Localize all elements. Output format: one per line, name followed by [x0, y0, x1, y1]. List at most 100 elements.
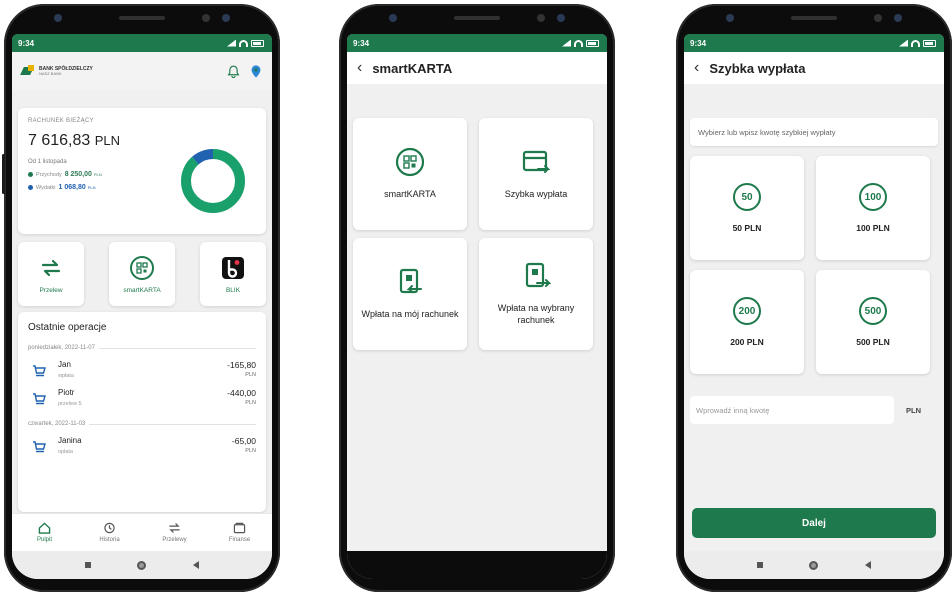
page-title: smartKARTA	[372, 60, 453, 76]
signal-icon	[899, 39, 908, 47]
nav-przelewy[interactable]: Przelewy	[142, 514, 207, 551]
cart-icon	[33, 441, 46, 453]
status-bar: 9:34	[12, 34, 272, 52]
recent-operations-title: Ostatnie operacje	[28, 322, 107, 333]
home-header: BANK SPÓŁDZIELCZY NASZ BANK	[12, 52, 272, 90]
next-button[interactable]: Dalej	[692, 508, 936, 538]
operation-name: Janina	[58, 436, 82, 445]
amount-label: 50 PLN	[732, 223, 762, 233]
nav-pulpit-label: Pulpit	[36, 537, 52, 543]
screen: 9:34 ‹ smartKARTA smartKARTA Szybka wypł…	[347, 34, 607, 579]
operation-currency: PLN	[245, 448, 256, 454]
recent-operations: Ostatnie operacje poniedziałek, 2022-11-…	[18, 312, 266, 512]
operation-type: wpłata	[58, 373, 74, 379]
signal-icon	[562, 39, 571, 47]
deposit-own-account-tile[interactable]: Wpłata na mój rachunek	[353, 238, 467, 350]
amount-100-tile[interactable]: 100 100 PLN	[816, 156, 930, 260]
operation-row[interactable]: Jan wpłata -165,80 PLN	[28, 360, 256, 379]
income-label: Przychody	[36, 171, 62, 178]
volume-button	[2, 154, 5, 194]
smartkarta-tile[interactable]: smartKARTA	[353, 118, 467, 230]
amount-500-tile[interactable]: 500 500 PLN	[816, 270, 930, 374]
coin-icon: 200	[733, 297, 761, 325]
app-bar: ‹ Szybka wypłata	[684, 52, 944, 84]
cart-icon	[33, 393, 46, 405]
phone-quick-withdrawal: 9:34 ‹ Szybka wypłata Wybierz lub wpisz …	[676, 4, 952, 592]
other-amount-input[interactable]	[690, 396, 894, 424]
battery-icon	[251, 39, 264, 47]
quick-withdrawal-tile[interactable]: Szybka wypłata	[479, 118, 593, 230]
amount-instructions: Wybierz lub wpisz kwotę szybkiej wypłaty	[690, 118, 938, 146]
nav-pulpit[interactable]: Pulpit	[12, 514, 77, 551]
recent-apps-icon[interactable]	[757, 562, 764, 568]
deposit-chosen-account-tile[interactable]: Wpłata na wybrany rachunek	[479, 238, 593, 350]
bell-icon[interactable]	[227, 65, 240, 78]
operation-name: Piotr	[58, 388, 75, 397]
quick-smartkarta-label: smartKARTA	[123, 286, 161, 294]
expense-currency: PLN	[87, 185, 96, 190]
phone-top-bezel	[44, 10, 240, 28]
speaker-grille	[791, 16, 837, 20]
cart-icon	[33, 365, 46, 377]
smartkarta-menu: smartKARTA Szybka wypłata Wpłata na mój …	[353, 118, 601, 350]
amount-200-tile[interactable]: 200 200 PLN	[690, 270, 804, 374]
location-pin-icon[interactable]	[250, 64, 262, 78]
balance-donut-chart	[181, 149, 245, 213]
quick-blik-button[interactable]: BLIK	[200, 242, 266, 306]
history-icon	[104, 522, 115, 534]
quick-blik-label: BLIK	[225, 286, 241, 294]
back-triangle-icon[interactable]	[864, 561, 871, 569]
income-currency: PLN	[93, 172, 102, 177]
operation-type: opłata	[58, 449, 73, 455]
wifi-icon	[574, 39, 583, 47]
operation-row[interactable]: Piotr przelew 5 -440,00 PLN	[28, 388, 256, 407]
income-dot-icon	[28, 172, 33, 177]
amount-50-tile[interactable]: 50 50 PLN	[690, 156, 804, 260]
quick-transfer-button[interactable]: Przelew	[18, 242, 84, 306]
status-time: 9:34	[690, 38, 707, 48]
app-bar: ‹ smartKARTA	[347, 52, 607, 84]
signal-icon	[227, 39, 236, 47]
amount-options: 50 50 PLN 100 100 PLN 200 200 PLN 500 50…	[690, 156, 938, 374]
nav-finanse-label: Finanse	[228, 537, 251, 543]
screen-bottom	[347, 551, 607, 579]
smartkarta-icon	[130, 255, 154, 280]
expense-label: Wydatki	[36, 184, 56, 191]
operation-amount: -65,00	[231, 436, 256, 446]
other-amount-currency: PLN	[906, 405, 921, 415]
transfers-icon	[169, 523, 180, 533]
operation-row[interactable]: Janina opłata -65,00 PLN	[28, 436, 256, 455]
back-triangle-icon[interactable]	[192, 561, 199, 569]
blik-icon	[222, 256, 244, 279]
account-name: RACHUNEK BIEŻĄCY	[28, 118, 94, 124]
home-button-icon[interactable]	[137, 560, 147, 570]
nav-finanse[interactable]: Finanse	[207, 514, 272, 551]
account-card[interactable]: RACHUNEK BIEŻĄCY 7 616,83 PLN Od 1 listo…	[18, 108, 266, 234]
coin-icon: 50	[733, 183, 761, 211]
back-chevron-icon[interactable]: ‹	[694, 60, 699, 76]
income-value: 8 250,00	[64, 171, 92, 178]
operations-date: poniedziałek, 2022-11-07	[28, 345, 256, 351]
page-title: Szybka wypłata	[709, 60, 806, 76]
quick-withdrawal-icon	[522, 151, 551, 174]
screen: 9:34 ‹ Szybka wypłata Wybierz lub wpisz …	[684, 34, 944, 579]
sensor	[874, 14, 882, 22]
phone-dashboard: 9:34 BANK SPÓŁDZIELCZY NASZ BANK RACHUNE…	[2, 4, 280, 592]
balance-value: 7 616,83	[28, 132, 91, 149]
home-button-icon[interactable]	[809, 560, 819, 570]
back-chevron-icon[interactable]: ‹	[357, 60, 362, 76]
sensor	[557, 14, 565, 22]
nav-historia[interactable]: Historia	[77, 514, 142, 551]
sensor	[537, 14, 545, 22]
home-icon	[38, 522, 51, 534]
recent-apps-icon[interactable]	[85, 562, 92, 568]
bank-logo: BANK SPÓŁDZIELCZY NASZ BANK	[22, 65, 93, 77]
deposit-chosen-account-tile-label: Wpłata na wybrany rachunek	[497, 303, 575, 325]
front-camera	[726, 14, 734, 22]
speaker-grille	[454, 16, 500, 20]
deposit-chosen-icon	[525, 263, 551, 288]
bank-logo-icon	[22, 65, 36, 77]
operation-amount: -440,00	[227, 388, 256, 398]
smartkarta-tile-label: smartKARTA	[384, 189, 436, 200]
quick-smartkarta-button[interactable]: smartKARTA	[109, 242, 175, 306]
